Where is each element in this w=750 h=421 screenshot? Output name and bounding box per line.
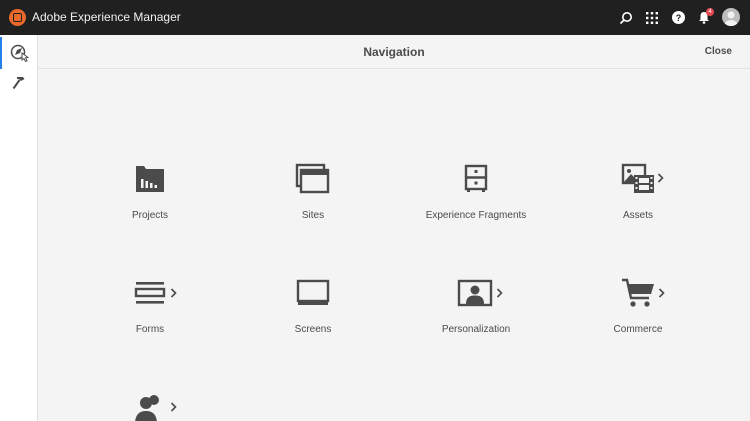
personalization-portrait-icon (457, 279, 503, 307)
tile-label: Screens (294, 324, 332, 335)
top-bar: Adobe Experience Manager ? 4 (0, 0, 750, 35)
screens-monitor-icon (296, 279, 330, 305)
tile-label: Assets (622, 210, 653, 221)
tile-label: Commerce (613, 324, 663, 335)
tools-hammer-icon (12, 77, 25, 90)
tile-commerce[interactable]: Commerce (563, 276, 713, 356)
projects-folder-icon (136, 166, 164, 192)
app-title[interactable]: Adobe Experience Manager (32, 10, 181, 24)
notifications-bell-icon[interactable] (695, 0, 713, 35)
tile-sites[interactable]: Sites (238, 162, 388, 242)
forms-lines-icon (134, 282, 177, 304)
search-icon[interactable] (617, 0, 635, 35)
tile-projects[interactable]: Projects (75, 162, 225, 242)
tile-experience-fragments[interactable]: Experience Fragments (401, 162, 551, 242)
communities-users-icon (135, 395, 177, 421)
tile-personalization[interactable]: Personalization (401, 276, 551, 356)
tile-label: Projects (131, 210, 169, 221)
user-avatar[interactable] (722, 8, 740, 26)
help-icon[interactable]: ? (669, 0, 687, 35)
tile-label: Forms (135, 324, 165, 335)
tile-label: Experience Fragments (425, 210, 527, 221)
tile-label: Personalization (441, 324, 511, 335)
left-rail (0, 35, 38, 421)
notification-badge: 4 (706, 8, 714, 16)
tile-forms[interactable]: Forms (75, 276, 225, 356)
tile-communities[interactable] (75, 390, 225, 421)
commerce-cart-icon (622, 278, 665, 307)
svg-text:?: ? (675, 13, 681, 23)
rail-item-tools[interactable] (0, 67, 38, 99)
tile-label: Sites (301, 210, 325, 221)
assets-media-icon (621, 163, 664, 193)
rail-item-navigation[interactable] (0, 37, 38, 69)
solutions-grid-icon[interactable] (643, 0, 661, 35)
navigation-compass-icon (10, 44, 30, 62)
close-button[interactable]: Close (705, 46, 732, 57)
tile-screens[interactable]: Screens (238, 276, 388, 356)
aem-logo-icon[interactable] (9, 9, 26, 26)
tile-assets[interactable]: Assets (563, 162, 713, 242)
navigation-header: Navigation Close (38, 35, 750, 69)
experience-fragments-cabinet-icon (464, 164, 488, 192)
page-title: Navigation (363, 45, 425, 59)
sites-windows-icon (295, 163, 330, 194)
